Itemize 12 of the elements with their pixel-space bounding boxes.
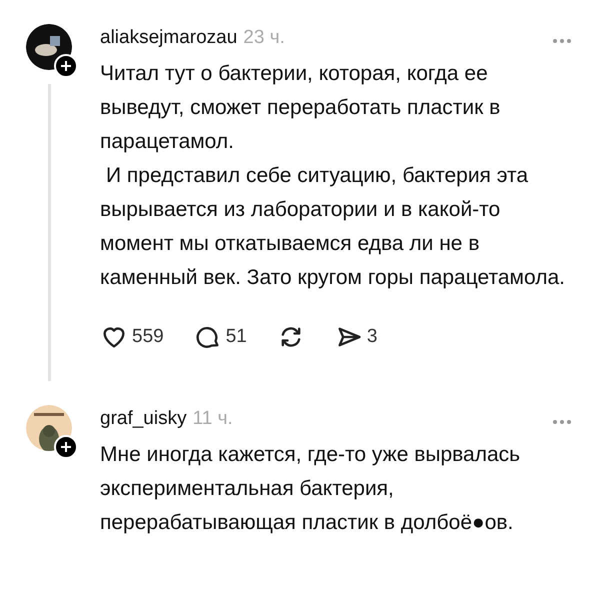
timestamp: 11 ч. (192, 407, 233, 431)
username[interactable]: aliaksejmarozau (100, 24, 238, 52)
comment-text: Мне иногда кажется, где-то уже вырвалась экспериментальная бактерия, перерабатывающая пластик в долбоё●ов. (100, 442, 522, 536)
username[interactable]: graf_uisky (100, 405, 187, 434)
share-button[interactable]: 3 (334, 322, 378, 351)
comment-text: Читал тут о бактерии, которая, когда ее выведут, сможет переработать пластик в парацетамол. (100, 60, 502, 154)
comment-text: И представил себе ситуацию, бактерия эта вырывается из лаборатории и в какой-то момент мы откатываемся едва ли не в каменный век. Зато кругом горы парацетамола. (100, 162, 565, 290)
like-button[interactable]: 559 (100, 322, 164, 351)
reply-button[interactable]: 51 (194, 322, 247, 351)
timestamp: 23 ч. (243, 26, 285, 50)
more-icon[interactable] (553, 420, 571, 424)
more-icon[interactable] (553, 39, 571, 43)
